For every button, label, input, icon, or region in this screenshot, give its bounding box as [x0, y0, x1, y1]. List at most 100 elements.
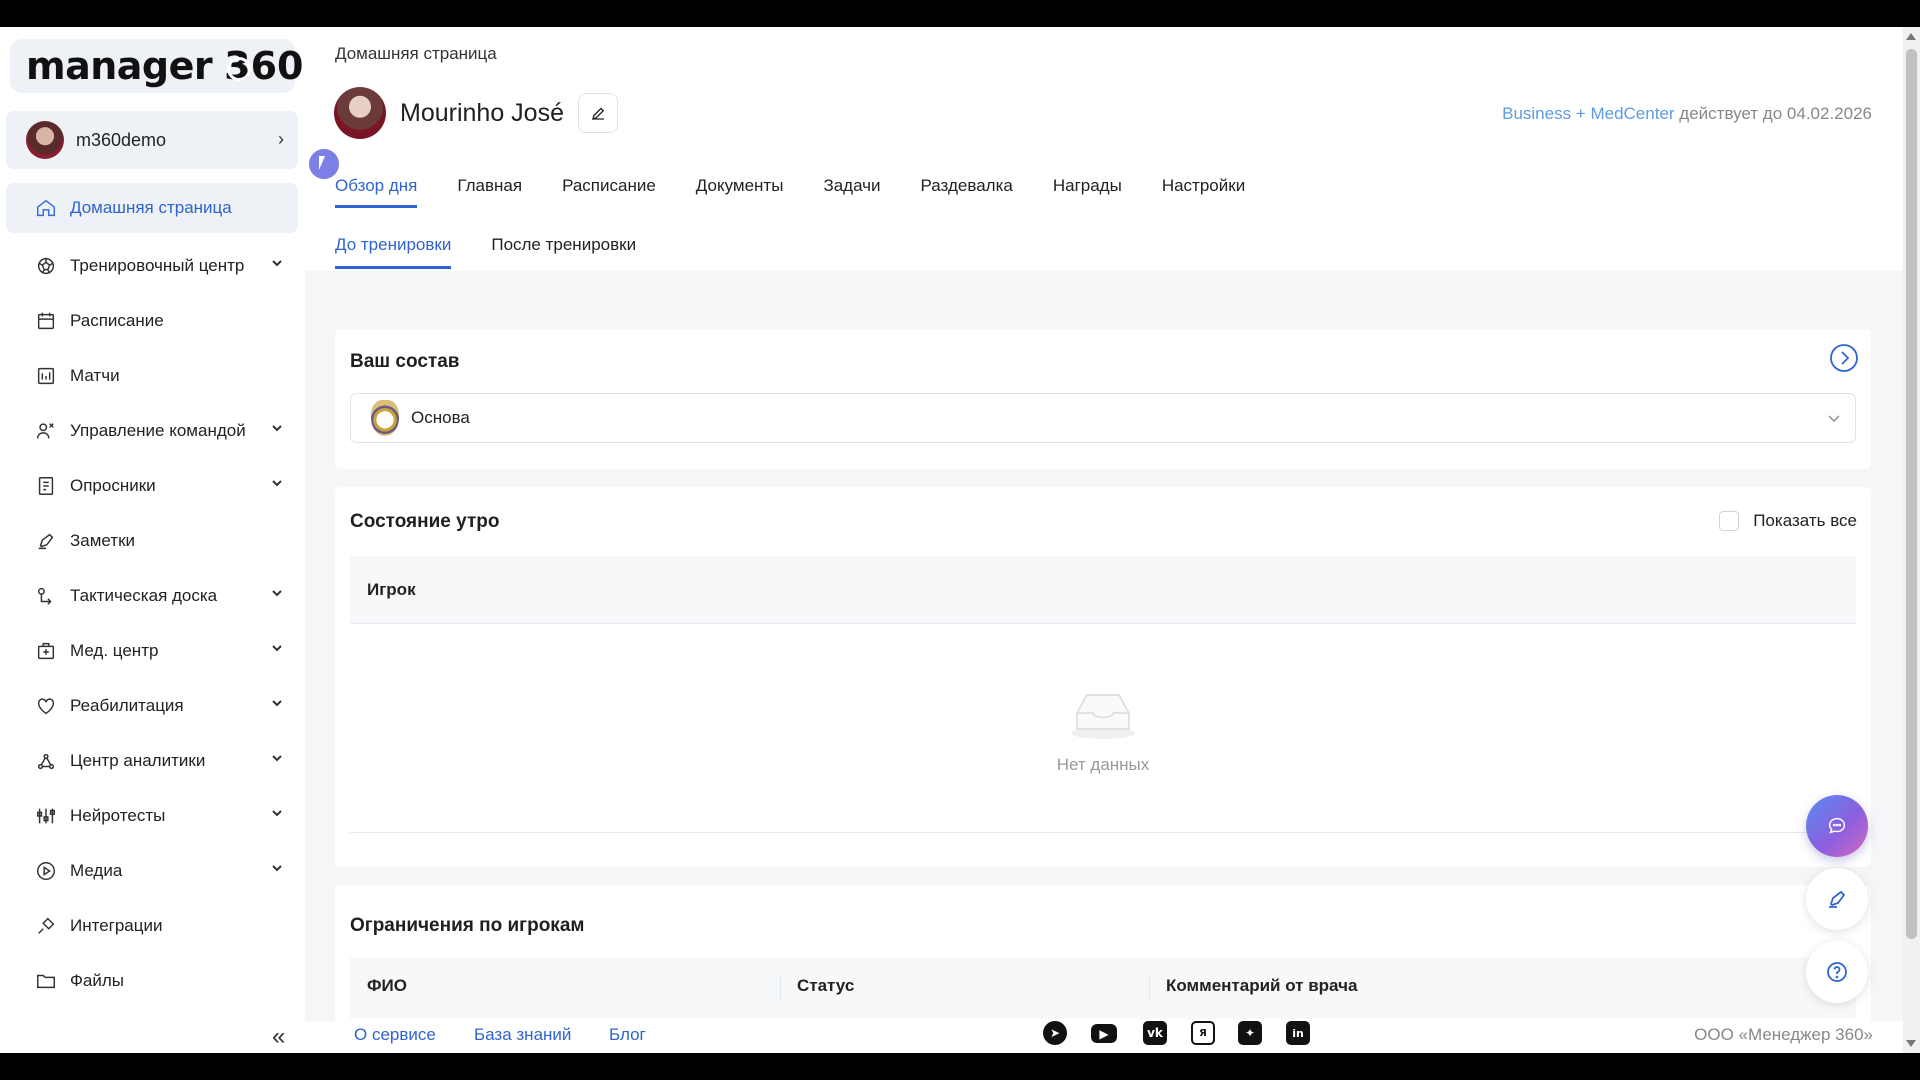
- logo-text: manager: [26, 44, 213, 88]
- sidebar-item-label: Домашняя страница: [70, 198, 232, 217]
- sidebar-item-5[interactable]: Опросники: [6, 458, 298, 513]
- edit-profile-button[interactable]: [578, 93, 618, 133]
- sidebar-item-12[interactable]: Медиа: [6, 843, 298, 898]
- license-info: Business + MedCenter действует до 04.02.…: [1502, 104, 1872, 124]
- profile-avatar: [334, 87, 386, 139]
- scrollbar-thumb[interactable]: [1906, 49, 1917, 939]
- linkedin-icon[interactable]: in: [1286, 1021, 1310, 1045]
- tactics-icon: [34, 584, 58, 608]
- squad-title: Ваш состав: [350, 351, 460, 372]
- help-button[interactable]: [1806, 941, 1868, 1003]
- sidebar-item-8[interactable]: Мед. центр: [6, 623, 298, 678]
- sidebar-item-label: Опросники: [70, 475, 156, 495]
- tab-0[interactable]: Обзор дня: [335, 176, 418, 208]
- heart-icon: [34, 694, 58, 718]
- sidebar-nav: Домашняя страница Тренировочный центр Расп…: [6, 183, 298, 1008]
- restrictions-title: Ограничения по игрокам: [350, 915, 585, 936]
- show-all-label: Показать все: [1753, 511, 1857, 530]
- sidebar-item-label: Расписание: [70, 310, 164, 330]
- collapse-sidebar-icon[interactable]: «: [272, 1023, 285, 1051]
- telegram-icon[interactable]: ➤: [1043, 1021, 1067, 1045]
- chat-button[interactable]: [1806, 795, 1868, 857]
- yandex-zen-icon[interactable]: Я: [1191, 1021, 1215, 1045]
- tab-4[interactable]: Задачи: [823, 176, 880, 208]
- medkit-icon: [34, 639, 58, 663]
- sub-tabs: До тренировки После тренировки: [335, 235, 676, 269]
- squad-select[interactable]: Основа: [350, 393, 1856, 443]
- column-divider: [780, 975, 781, 1001]
- breadcrumb: Домашняя страница: [335, 44, 497, 63]
- sidebar-item-7[interactable]: Тактическая доска: [6, 568, 298, 623]
- column-header-name[interactable]: ФИО: [367, 976, 407, 996]
- empty-inbox-icon: [1063, 683, 1143, 743]
- sidebar-item-label: Файлы: [70, 970, 125, 990]
- column-header-player[interactable]: Игрок: [367, 580, 416, 600]
- sidebar-item-13[interactable]: Интеграции: [6, 898, 298, 953]
- app-window: manager 360 m360demo › Домашняя страница…: [0, 27, 1920, 1053]
- content-area: Ваш состав Основа Состояние утро Показат…: [305, 271, 1903, 1021]
- license-plan[interactable]: Business + MedCenter: [1502, 104, 1674, 123]
- youtube-icon[interactable]: ▶: [1091, 1024, 1117, 1043]
- tab-5[interactable]: Раздевалка: [921, 176, 1013, 208]
- subtab-1[interactable]: После тренировки: [491, 235, 636, 269]
- arrow-right-circle-icon[interactable]: [1829, 343, 1859, 373]
- chevron-down-icon: [270, 751, 284, 765]
- sidebar-item-11[interactable]: Нейротесты: [6, 788, 298, 843]
- tab-7[interactable]: Настройки: [1162, 176, 1245, 208]
- plug-icon: [34, 914, 58, 938]
- copyright: ООО «Менеджер 360»: [1694, 1025, 1873, 1044]
- sidebar-item-10[interactable]: Центр аналитики: [6, 733, 298, 788]
- show-all-toggle[interactable]: Показать все: [1719, 511, 1857, 531]
- sidebar-item-0[interactable]: Домашняя страница: [6, 183, 298, 233]
- dzen-icon[interactable]: ✦: [1238, 1021, 1262, 1045]
- sidebar-item-1[interactable]: Тренировочный центр: [6, 238, 298, 293]
- empty-state: Нет данных: [335, 683, 1871, 775]
- chevron-down-icon: [270, 421, 284, 435]
- column-header-status[interactable]: Статус: [797, 976, 854, 996]
- sidebar-item-14[interactable]: Файлы: [6, 953, 298, 1008]
- squad-select-value: Основа: [411, 408, 470, 427]
- user-switcher[interactable]: m360demo ›: [6, 111, 298, 169]
- logo[interactable]: manager 360: [10, 39, 303, 93]
- column-header-doctor-comment[interactable]: Комментарий от врача: [1166, 976, 1357, 996]
- tab-3[interactable]: Документы: [696, 176, 784, 208]
- knowledge-base-link[interactable]: База знаний: [474, 1025, 571, 1045]
- about-link[interactable]: О сервисе: [354, 1025, 436, 1045]
- sidebar-item-label: Реабилитация: [70, 695, 184, 715]
- sidebar-item-2[interactable]: Расписание: [6, 293, 298, 348]
- sidebar-item-3[interactable]: Матчи: [6, 348, 298, 403]
- chevron-down-icon: [270, 806, 284, 820]
- tab-1[interactable]: Главная: [457, 176, 522, 208]
- vk-icon[interactable]: vk: [1143, 1021, 1167, 1045]
- sidebar-item-label: Нейротесты: [70, 805, 166, 825]
- folder-icon: [34, 969, 58, 993]
- ball-icon: [34, 254, 58, 278]
- tab-6[interactable]: Награды: [1053, 176, 1122, 208]
- chevron-down-icon: [270, 696, 284, 710]
- notes-button[interactable]: [1806, 868, 1868, 930]
- tab-2[interactable]: Расписание: [562, 176, 656, 208]
- analytics-icon: [34, 749, 58, 773]
- scroll-up-arrow-icon[interactable]: [1906, 33, 1916, 40]
- help-icon: [1827, 962, 1847, 982]
- show-all-checkbox[interactable]: [1719, 511, 1740, 531]
- sidebar-item-label: Медиа: [70, 860, 123, 880]
- pen-icon: [34, 529, 58, 553]
- morning-state-card: Состояние утро Показать все Игрок Нет да…: [335, 487, 1871, 867]
- sidebar-item-label: Интеграции: [70, 915, 163, 935]
- chevron-down-icon: [1825, 409, 1843, 432]
- scrollbar[interactable]: [1903, 27, 1920, 1053]
- team-icon: [34, 419, 58, 443]
- home-icon: [34, 196, 58, 220]
- sidebar-item-4[interactable]: Управление командой: [6, 403, 298, 458]
- sidebar-item-9[interactable]: Реабилитация: [6, 678, 298, 733]
- divider: [350, 832, 1856, 833]
- chevron-down-icon: [270, 476, 284, 490]
- sidebar-item-6[interactable]: Заметки: [6, 513, 298, 568]
- restrictions-table-header: ФИО Статус Комментарий от врача: [350, 957, 1856, 1019]
- blog-link[interactable]: Блог: [609, 1025, 646, 1045]
- sidebar-item-label: Управление командой: [70, 420, 246, 440]
- scroll-down-arrow-icon[interactable]: [1906, 1040, 1916, 1047]
- subtab-0[interactable]: До тренировки: [335, 235, 452, 269]
- scoreboard-icon: [34, 364, 58, 388]
